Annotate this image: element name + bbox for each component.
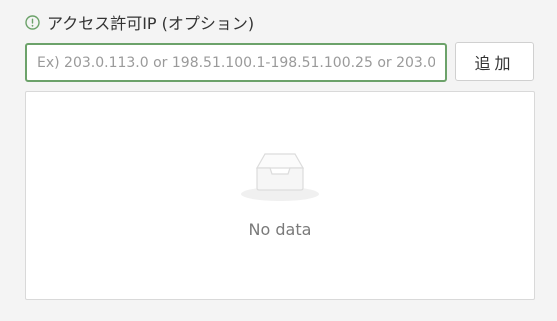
empty-state: No data	[26, 148, 534, 239]
section-header: アクセス許可IP (オプション)	[25, 10, 254, 34]
add-button[interactable]: 追加	[455, 42, 534, 81]
empty-text: No data	[248, 220, 312, 239]
ip-list-panel: No data	[25, 91, 535, 300]
section-title: アクセス許可IP (オプション)	[47, 14, 255, 33]
access-ip-section: アクセス許可IP (オプション) 追加 No data	[0, 0, 557, 321]
ip-input-wrapper	[25, 43, 447, 82]
ip-address-input[interactable]	[27, 45, 445, 80]
info-circle-icon	[25, 14, 40, 30]
inbox-tray-icon	[240, 148, 320, 204]
